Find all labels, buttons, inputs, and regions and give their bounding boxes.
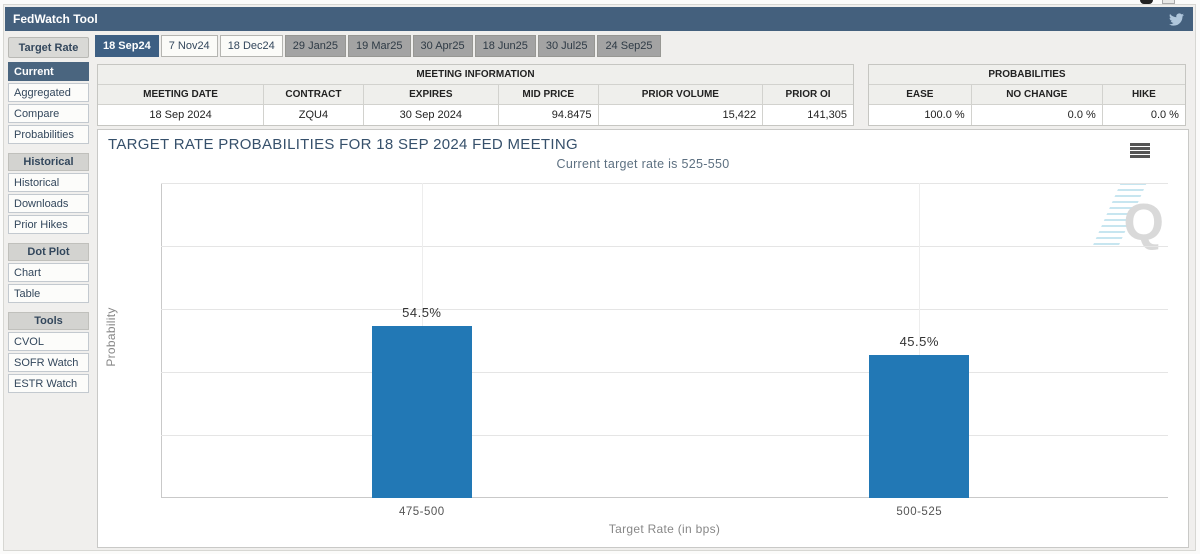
sidebar-section-tools: Tools [8,312,89,330]
sidebar-item-prior-hikes[interactable]: Prior Hikes [8,215,89,234]
gridline-100 [161,183,1168,184]
sidebar-item-current[interactable]: Current [8,62,89,81]
tab-18-dec24[interactable]: 18 Dec24 [219,35,283,57]
gridline-60 [161,309,1168,310]
bar-value-label-0: 54.5% [402,305,442,321]
sidebar-item-cvol[interactable]: CVOL [8,332,89,351]
col-header-expires: EXPIRES [364,85,499,104]
y-axis-line [161,183,162,498]
clipped-toolbar-icon-dark [1140,0,1153,4]
cell-ease: 100.0 % [869,105,972,125]
clipped-toolbar-icon-light [1162,0,1175,4]
sidebar-item-probabilities[interactable]: Probabilities [8,125,89,144]
date-tabs: 18 Sep24 7 Nov24 18 Dec24 29 Jan25 19 Mar25 3… [95,35,661,57]
chart-subtitle: Current target rate is 525-550 [556,157,730,171]
chart-title: TARGET RATE PROBABILITIES FOR 18 SEP 202… [108,136,578,153]
col-header-mid-price: MID PRICE [499,85,599,104]
cell-hike: 0.0 % [1150,109,1179,121]
col-header-prior-volume: PRIOR VOLUME [599,85,764,104]
sidebar-item-estr-watch[interactable]: ESTR Watch [8,374,89,393]
y-axis-title: Probability [104,307,118,367]
sidebar-item-compare[interactable]: Compare [8,104,89,123]
target-rate-button[interactable]: Target Rate [8,37,89,58]
x-axis-line [161,497,1168,498]
tab-30-apr25[interactable]: 30 Apr25 [412,35,473,57]
col-header-contract: CONTRACT [264,85,364,104]
cell-meeting-date: 18 Sep 2024 [98,105,265,125]
category-label-500-525: 500-525 [896,506,943,518]
sidebar: Target Rate Current Aggregated Compare Prob… [8,37,89,393]
cell-no-change: 0.0 % [972,105,1103,125]
tab-24-sep25[interactable]: 24 Sep25 [597,35,661,57]
cell-prior-oi: 141,305 [807,109,847,121]
col-header-hike: HIKE [1131,89,1156,100]
sidebar-nav: Current Aggregated Compare Probabilities His… [8,62,89,393]
x-axis-title: Target Rate (in bps) [608,522,721,536]
cell-mid-price: 94.8475 [499,105,599,125]
sidebar-item-aggregated[interactable]: Aggregated [8,83,89,102]
tab-18-jun25[interactable]: 18 Jun25 [474,35,536,57]
chart-panel: TARGET RATE PROBABILITIES FOR 18 SEP 202… [97,129,1189,548]
app-header: FedWatch Tool [5,7,1193,31]
meeting-information-title: MEETING INFORMATION [98,65,853,85]
twitter-icon[interactable] [1168,12,1185,27]
tab-18-sep24[interactable]: 18 Sep24 [95,35,159,57]
col-header-ease: EASE [869,85,972,104]
bar-500-525[interactable] [869,354,970,498]
sidebar-section-historical: Historical [8,153,89,171]
probabilities-data-row: 100.0 % 0.0 % 0.0 % [869,105,1185,125]
probabilities-table: PROBABILITIES EASE NO CHANGE HIKE 100.0 % 0… [868,64,1186,126]
bar-475-500[interactable] [371,326,472,498]
sidebar-section-dot-plot: Dot Plot [8,243,89,261]
app-title: FedWatch Tool [13,12,98,26]
cell-expires: 30 Sep 2024 [364,105,499,125]
meeting-information-table: MEETING INFORMATION MEETING DATE CONTRACT… [97,64,854,126]
tab-30-jul25[interactable]: 30 Jul25 [537,35,596,57]
bar-value-label-1: 45.5% [899,333,939,349]
sidebar-item-sofr-watch[interactable]: SOFR Watch [8,353,89,372]
meeting-information-header-row: MEETING DATE CONTRACT EXPIRES MID PRICE PRIO… [98,85,853,105]
gridline-20 [161,435,1168,436]
chart-context-menu-icon[interactable] [1130,143,1150,158]
gridline-40 [161,372,1168,373]
tab-29-jan25[interactable]: 29 Jan25 [284,35,347,57]
gridline-80 [161,246,1168,247]
sidebar-item-table[interactable]: Table [8,284,89,303]
meeting-information-data-row: 18 Sep 2024 ZQU4 30 Sep 2024 94.8475 15,422 1… [98,105,853,125]
tab-19-mar25[interactable]: 19 Mar25 [348,35,411,57]
plot-area: 54.5% 45.5% [161,183,1168,498]
sidebar-item-historical[interactable]: Historical [8,173,89,192]
sidebar-item-chart[interactable]: Chart [8,263,89,282]
col-header-no-change: NO CHANGE [972,85,1103,104]
col-header-prior-oi: PRIOR OI [785,89,831,100]
probabilities-title: PROBABILITIES [869,65,1185,85]
probabilities-header-row: EASE NO CHANGE HIKE [869,85,1185,105]
category-label-475-500: 475-500 [398,506,445,518]
cell-prior-volume: 15,422 [599,105,764,125]
sidebar-item-downloads[interactable]: Downloads [8,194,89,213]
tab-7-nov24[interactable]: 7 Nov24 [160,35,218,57]
col-header-meeting-date: MEETING DATE [98,85,265,104]
cell-contract: ZQU4 [264,105,364,125]
